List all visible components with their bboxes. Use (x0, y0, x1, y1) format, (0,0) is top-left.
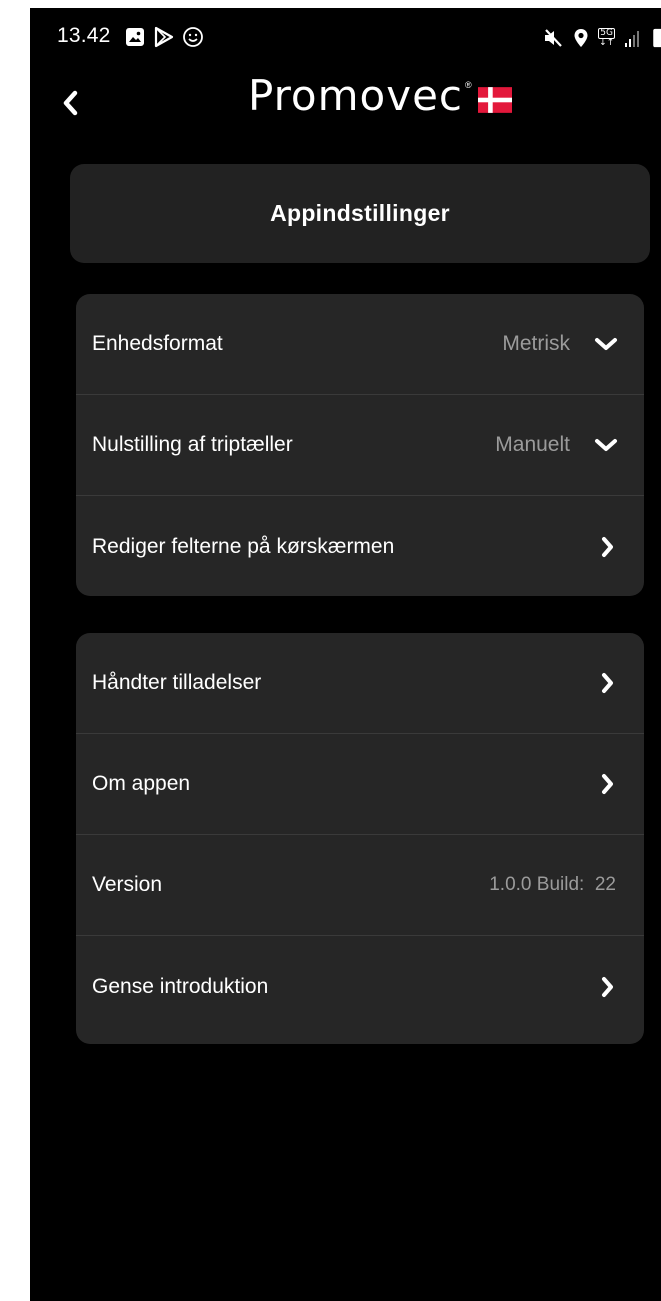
status-time: 13.42 (57, 24, 111, 47)
gallery-icon (126, 28, 144, 46)
phone-screen: 13.42 5G ↓↑ Promovec ® Appindstillinger … (30, 8, 661, 1301)
chevron-right-icon (602, 976, 613, 997)
setting-row-permissions[interactable]: Håndter tilladelser (76, 633, 644, 734)
setting-label: Version (92, 873, 163, 896)
logo-registered-mark: ® (465, 80, 472, 90)
setting-label: Enhedsformat (92, 332, 223, 355)
chevron-left-icon (63, 90, 78, 116)
promovec-logo: Promovec ® (248, 70, 512, 130)
setting-value: Manuelt (495, 433, 570, 456)
status-right-icons: 5G ↓↑ (542, 26, 661, 50)
chevron-down-icon (595, 439, 617, 451)
5g-icon: 5G ↓↑ (598, 28, 615, 48)
page-title: Appindstillinger (270, 200, 450, 226)
chevron-right-icon (602, 673, 613, 693)
setting-row-replay-intro[interactable]: Gense introduktion (76, 936, 644, 1037)
page-title-card: Appindstillinger (70, 164, 650, 263)
setting-row-unit-format[interactable]: Enhedsformat Metrisk (76, 294, 644, 395)
emoji-icon (183, 27, 203, 47)
setting-value: Metrisk (502, 332, 570, 355)
setting-row-about[interactable]: Om appen (76, 734, 644, 835)
setting-label: Rediger felterne på kørskærmen (92, 534, 395, 558)
setting-row-trip-reset[interactable]: Nulstilling af triptæller Manuelt (76, 395, 644, 496)
setting-label: Gense introduktion (92, 974, 269, 998)
app-header: Promovec ® (30, 66, 661, 146)
chevron-down-icon (595, 338, 617, 350)
setting-row-edit-ride-screen[interactable]: Rediger felterne på kørskærmen (76, 496, 644, 596)
back-button[interactable] (52, 80, 88, 126)
battery-icon (653, 28, 661, 48)
chevron-right-icon (602, 774, 613, 794)
denmark-flag-icon (477, 87, 512, 113)
mute-icon (545, 29, 563, 47)
setting-row-version: Version 1.0.0 Build: 22 (76, 835, 644, 936)
status-left-icons (124, 24, 204, 50)
setting-label: Om appen (92, 772, 191, 795)
logo-text: Promovec (248, 71, 464, 120)
version-value: 1.0.0 Build: 22 (489, 874, 616, 895)
status-bar: 13.42 5G ↓↑ (30, 8, 661, 66)
play-store-icon (154, 26, 174, 48)
setting-label: Håndter tilladelser (92, 671, 262, 694)
signal-icon (625, 31, 639, 47)
setting-label: Nulstilling af triptæller (92, 433, 293, 456)
location-icon (574, 29, 588, 47)
settings-group-app: Håndter tilladelser Om appen Version 1.0… (76, 633, 644, 1044)
settings-group-units: Enhedsformat Metrisk Nulstilling af trip… (76, 294, 644, 596)
chevron-right-icon (602, 536, 613, 557)
